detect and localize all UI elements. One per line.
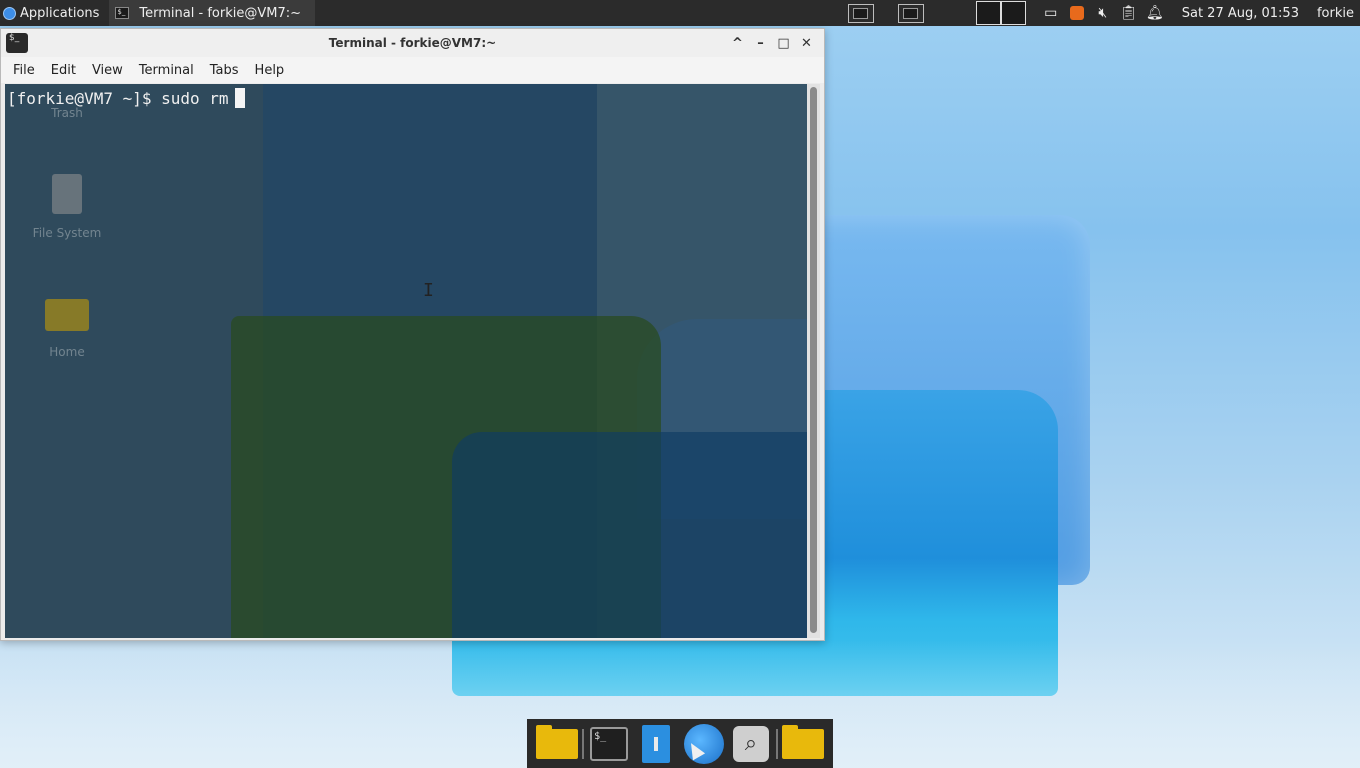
menu-terminal[interactable]: Terminal bbox=[131, 63, 202, 78]
top-panel: Applications $_ Terminal - forkie@VM7:~ … bbox=[0, 0, 1360, 26]
workspace-button-1[interactable] bbox=[847, 3, 874, 23]
pager-icon[interactable] bbox=[1000, 1, 1026, 25]
dock-separator bbox=[581, 728, 584, 759]
desktop-icon-home: Home bbox=[7, 299, 127, 359]
display-icon[interactable]: ▭ bbox=[1042, 4, 1060, 22]
menu-tabs[interactable]: Tabs bbox=[202, 63, 247, 78]
desktop-icon-label: File System bbox=[32, 226, 102, 240]
app-finder-icon: ⌕ bbox=[732, 725, 769, 762]
package-icon[interactable] bbox=[1068, 4, 1086, 22]
taskbar-item-terminal[interactable]: $_ Terminal - forkie@VM7:~ bbox=[109, 0, 315, 26]
taskbar-item-label: Terminal - forkie@VM7:~ bbox=[139, 5, 301, 21]
menu-help[interactable]: Help bbox=[247, 63, 293, 78]
maximize-button[interactable]: □ bbox=[772, 33, 795, 53]
desktop-icon-label: Home bbox=[49, 345, 85, 359]
dock: $_ ⌕ bbox=[527, 719, 833, 768]
dock-web-browser[interactable] bbox=[682, 723, 726, 764]
dock-folder[interactable] bbox=[781, 724, 825, 764]
applications-label: Applications bbox=[20, 5, 100, 21]
file-manager-icon bbox=[535, 724, 578, 759]
workspace-icon bbox=[903, 7, 919, 19]
desktop-icon-trash: Trash bbox=[7, 106, 127, 120]
minimize-button[interactable]: – bbox=[749, 33, 772, 53]
pager-icon[interactable] bbox=[975, 1, 1001, 25]
menu-bar: File Edit View Terminal Tabs Help bbox=[1, 57, 824, 83]
dock-file-manager[interactable] bbox=[535, 724, 579, 764]
workspace-button-2[interactable] bbox=[897, 3, 924, 23]
home-folder-icon bbox=[45, 299, 89, 331]
close-button[interactable]: ✕ bbox=[795, 33, 818, 53]
dock-app-finder[interactable]: ⌕ bbox=[729, 724, 773, 764]
prompt-text: [forkie@VM7 ~]$ sudo rm bbox=[7, 89, 229, 108]
terminal-window: $_ Terminal - forkie@VM7:~ ^ – □ ✕ File … bbox=[0, 28, 825, 641]
shade-button[interactable]: ^ bbox=[726, 33, 749, 53]
web-browser-icon bbox=[683, 723, 724, 764]
notification-bell-icon[interactable]: 🔔︎ bbox=[1146, 4, 1164, 22]
desktop-icon-label: Trash bbox=[51, 106, 83, 120]
scrollbar-thumb[interactable] bbox=[810, 87, 817, 633]
desktop-icon-filesystem: File System bbox=[7, 174, 127, 240]
terminal-output[interactable]: Trash File System Home [forkie@VM7 ~]$ s… bbox=[5, 84, 808, 638]
menu-edit[interactable]: Edit bbox=[43, 63, 84, 78]
dock-text-editor[interactable] bbox=[634, 724, 678, 764]
clock[interactable]: Sat 27 Aug, 01:53 bbox=[1178, 0, 1303, 26]
volume-muted-icon[interactable]: 🔇︎ bbox=[1094, 4, 1112, 22]
clipboard-icon[interactable]: 📋︎ bbox=[1120, 4, 1138, 22]
drive-icon bbox=[52, 174, 82, 214]
scrollbar[interactable] bbox=[807, 84, 820, 638]
command-line[interactable]: [forkie@VM7 ~]$ sudo rm bbox=[7, 88, 245, 108]
terminal-icon: $_ bbox=[115, 7, 130, 19]
window-titlebar[interactable]: $_ Terminal - forkie@VM7:~ ^ – □ ✕ bbox=[1, 29, 824, 57]
window-title: Terminal - forkie@VM7:~ bbox=[328, 36, 497, 50]
applications-logo-icon bbox=[3, 6, 16, 20]
workspace-icon bbox=[853, 7, 869, 19]
workspace-pager[interactable] bbox=[975, 1, 1026, 25]
ibeam-cursor-icon: I bbox=[423, 280, 434, 301]
menu-file[interactable]: File bbox=[5, 63, 43, 78]
terminal-icon: $_ bbox=[590, 726, 629, 761]
folder-icon bbox=[782, 724, 825, 759]
dock-separator bbox=[776, 728, 779, 759]
text-cursor bbox=[234, 88, 245, 108]
dock-terminal[interactable]: $_ bbox=[587, 724, 631, 764]
user-menu[interactable]: forkie bbox=[1313, 0, 1358, 26]
menu-view[interactable]: View bbox=[84, 63, 131, 78]
applications-menu-button[interactable]: Applications bbox=[0, 0, 103, 26]
text-editor-icon bbox=[642, 724, 671, 763]
